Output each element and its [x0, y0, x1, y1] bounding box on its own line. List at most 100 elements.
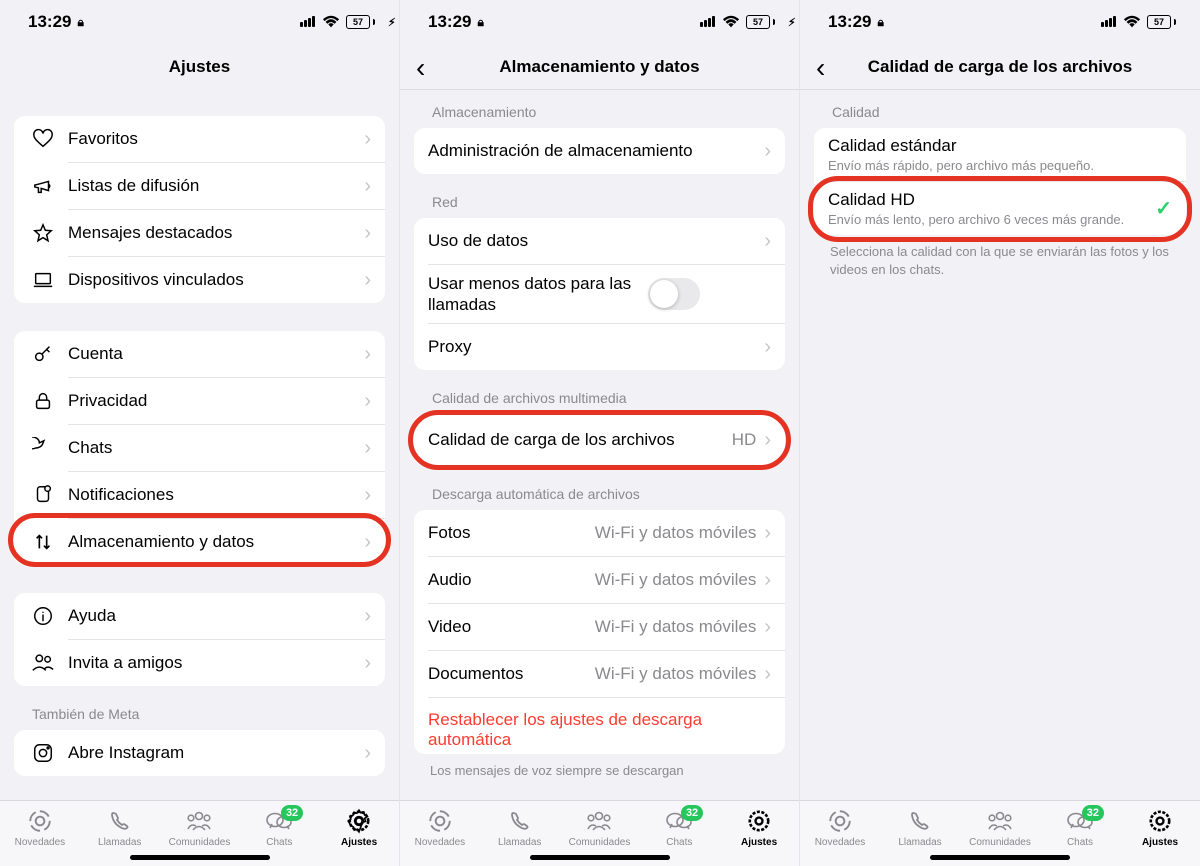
screen-almacenamiento-datos: 13:29🔒︎ ⚡︎57 ‹ Almacenamiento y datos Al…	[400, 0, 800, 866]
chevron-right-icon: ›	[764, 429, 771, 452]
row-reset-autodownload[interactable]: Restablecer los ajustes de descarga auto…	[414, 698, 785, 754]
status-bar: 13:29🔒︎ ⚡︎57	[800, 0, 1200, 44]
phone-icon	[908, 807, 932, 835]
row-calidad-hd[interactable]: Calidad HD Envío más lento, pero archivo…	[814, 182, 1186, 235]
row-audio[interactable]: AudioWi-Fi y datos móviles›	[414, 557, 785, 603]
arrows-updown-icon	[28, 531, 58, 553]
tab-llamadas[interactable]: Llamadas	[480, 807, 560, 848]
row-chats[interactable]: Chats ›	[14, 425, 385, 471]
section-calidad: Calidad	[800, 90, 1200, 128]
row-administracion[interactable]: Administración de almacenamiento ›	[414, 128, 785, 174]
chevron-right-icon: ›	[364, 222, 371, 245]
wifi-icon	[322, 15, 340, 29]
people-icon	[28, 652, 58, 674]
lock-icon	[28, 390, 58, 412]
chats-badge: 32	[1082, 805, 1104, 821]
tab-comunidades[interactable]: Comunidades	[560, 807, 640, 848]
row-uso-datos[interactable]: Uso de datos ›	[414, 218, 785, 264]
wifi-icon	[1123, 15, 1141, 29]
row-privacidad[interactable]: Privacidad ›	[14, 378, 385, 424]
tab-ajustes[interactable]: Ajustes	[719, 807, 799, 848]
gear-icon	[1147, 807, 1173, 835]
row-proxy[interactable]: Proxy ›	[414, 324, 785, 370]
chevron-right-icon: ›	[764, 616, 771, 639]
tab-llamadas[interactable]: Llamadas	[880, 807, 960, 848]
chevron-right-icon: ›	[364, 437, 371, 460]
tab-ajustes[interactable]: Ajustes	[1120, 807, 1200, 848]
row-fotos[interactable]: FotosWi-Fi y datos móviles›	[414, 510, 785, 556]
nav-header: ‹ Calidad de carga de los archivos	[800, 44, 1200, 90]
page-title: Almacenamiento y datos	[499, 57, 699, 77]
lock-icon: 🔒︎	[77, 15, 83, 30]
gear-icon	[346, 807, 372, 835]
check-icon: ✓	[1155, 196, 1172, 221]
row-destacados[interactable]: Mensajes destacados ›	[14, 210, 385, 256]
tab-llamadas[interactable]: Llamadas	[80, 807, 160, 848]
row-favoritos[interactable]: Favoritos ›	[14, 116, 385, 162]
chevron-right-icon: ›	[764, 522, 771, 545]
group-top: Favoritos › Listas de difusión › Mensaje…	[14, 116, 385, 303]
row-invita[interactable]: Invita a amigos ›	[14, 640, 385, 686]
tab-chats[interactable]: Chats32	[239, 807, 319, 848]
section-meta: También de Meta	[0, 686, 399, 730]
status-time: 13:29	[28, 12, 71, 32]
chevron-right-icon: ›	[364, 742, 371, 765]
info-icon	[28, 605, 58, 627]
megaphone-icon	[28, 175, 58, 197]
back-button[interactable]: ‹	[408, 50, 433, 86]
row-calidad-carga[interactable]: Calidad de carga de los archivos HD ›	[414, 414, 785, 466]
group-meta: Abre Instagram ›	[14, 730, 385, 776]
screen-ajustes: 13:29 🔒︎ ⚡︎ 57 Ajustes Favoritos ›	[0, 0, 400, 866]
tab-chats[interactable]: Chats32	[1040, 807, 1120, 848]
key-icon	[28, 343, 58, 365]
row-video[interactable]: VideoWi-Fi y datos móviles›	[414, 604, 785, 650]
tab-novedades[interactable]: Novedades	[800, 807, 880, 848]
signal-icon	[300, 12, 316, 32]
community-icon	[585, 807, 613, 835]
chevron-right-icon: ›	[764, 230, 771, 253]
nav-header: ‹ Almacenamiento y datos	[400, 44, 799, 90]
phone-icon	[108, 807, 132, 835]
gear-icon	[746, 807, 772, 835]
row-notificaciones[interactable]: Notificaciones ›	[14, 472, 385, 518]
chevron-right-icon: ›	[764, 663, 771, 686]
chevron-right-icon: ›	[364, 390, 371, 413]
signal-icon	[700, 12, 716, 32]
tab-novedades[interactable]: Novedades	[0, 807, 80, 848]
toggle-less-data[interactable]	[648, 278, 700, 310]
row-documentos[interactable]: DocumentosWi-Fi y datos móviles›	[414, 651, 785, 697]
tab-comunidades[interactable]: Comunidades	[160, 807, 240, 848]
tab-ajustes[interactable]: Ajustes	[319, 807, 399, 848]
chevron-right-icon: ›	[364, 343, 371, 366]
battery-icon: ⚡︎57	[746, 15, 775, 29]
chevron-right-icon: ›	[364, 531, 371, 554]
row-instagram[interactable]: Abre Instagram ›	[14, 730, 385, 776]
quality-footnote: Selecciona la calidad con la que se envi…	[800, 235, 1200, 278]
chevron-right-icon: ›	[764, 140, 771, 163]
phone-icon	[508, 807, 532, 835]
home-indicator[interactable]	[530, 855, 670, 860]
home-indicator[interactable]	[930, 855, 1070, 860]
row-cuenta[interactable]: Cuenta ›	[14, 331, 385, 377]
row-ayuda[interactable]: Ayuda ›	[14, 593, 385, 639]
section-descarga: Descarga automática de archivos	[400, 466, 799, 510]
tab-comunidades[interactable]: Comunidades	[960, 807, 1040, 848]
back-button[interactable]: ‹	[808, 50, 833, 86]
battery-icon: ⚡︎57	[1147, 15, 1176, 29]
row-usar-menos[interactable]: Usar menos datos para las llamadas	[414, 265, 785, 323]
tab-chats[interactable]: Chats32	[639, 807, 719, 848]
row-dispositivos[interactable]: Dispositivos vinculados ›	[14, 257, 385, 303]
row-calidad-estandar[interactable]: Calidad estándar Envío más rápido, pero …	[814, 128, 1186, 181]
tab-novedades[interactable]: Novedades	[400, 807, 480, 848]
home-indicator[interactable]	[130, 855, 270, 860]
chevron-right-icon: ›	[364, 484, 371, 507]
row-listas[interactable]: Listas de difusión ›	[14, 163, 385, 209]
chevron-right-icon: ›	[364, 128, 371, 151]
chats-badge: 32	[281, 805, 303, 821]
row-almacenamiento[interactable]: Almacenamiento y datos ›	[14, 519, 385, 565]
chevron-right-icon: ›	[764, 569, 771, 592]
lock-icon: 🔒︎	[477, 15, 483, 30]
chevron-right-icon: ›	[764, 336, 771, 359]
lock-icon: 🔒︎	[877, 15, 883, 30]
community-icon	[986, 807, 1014, 835]
